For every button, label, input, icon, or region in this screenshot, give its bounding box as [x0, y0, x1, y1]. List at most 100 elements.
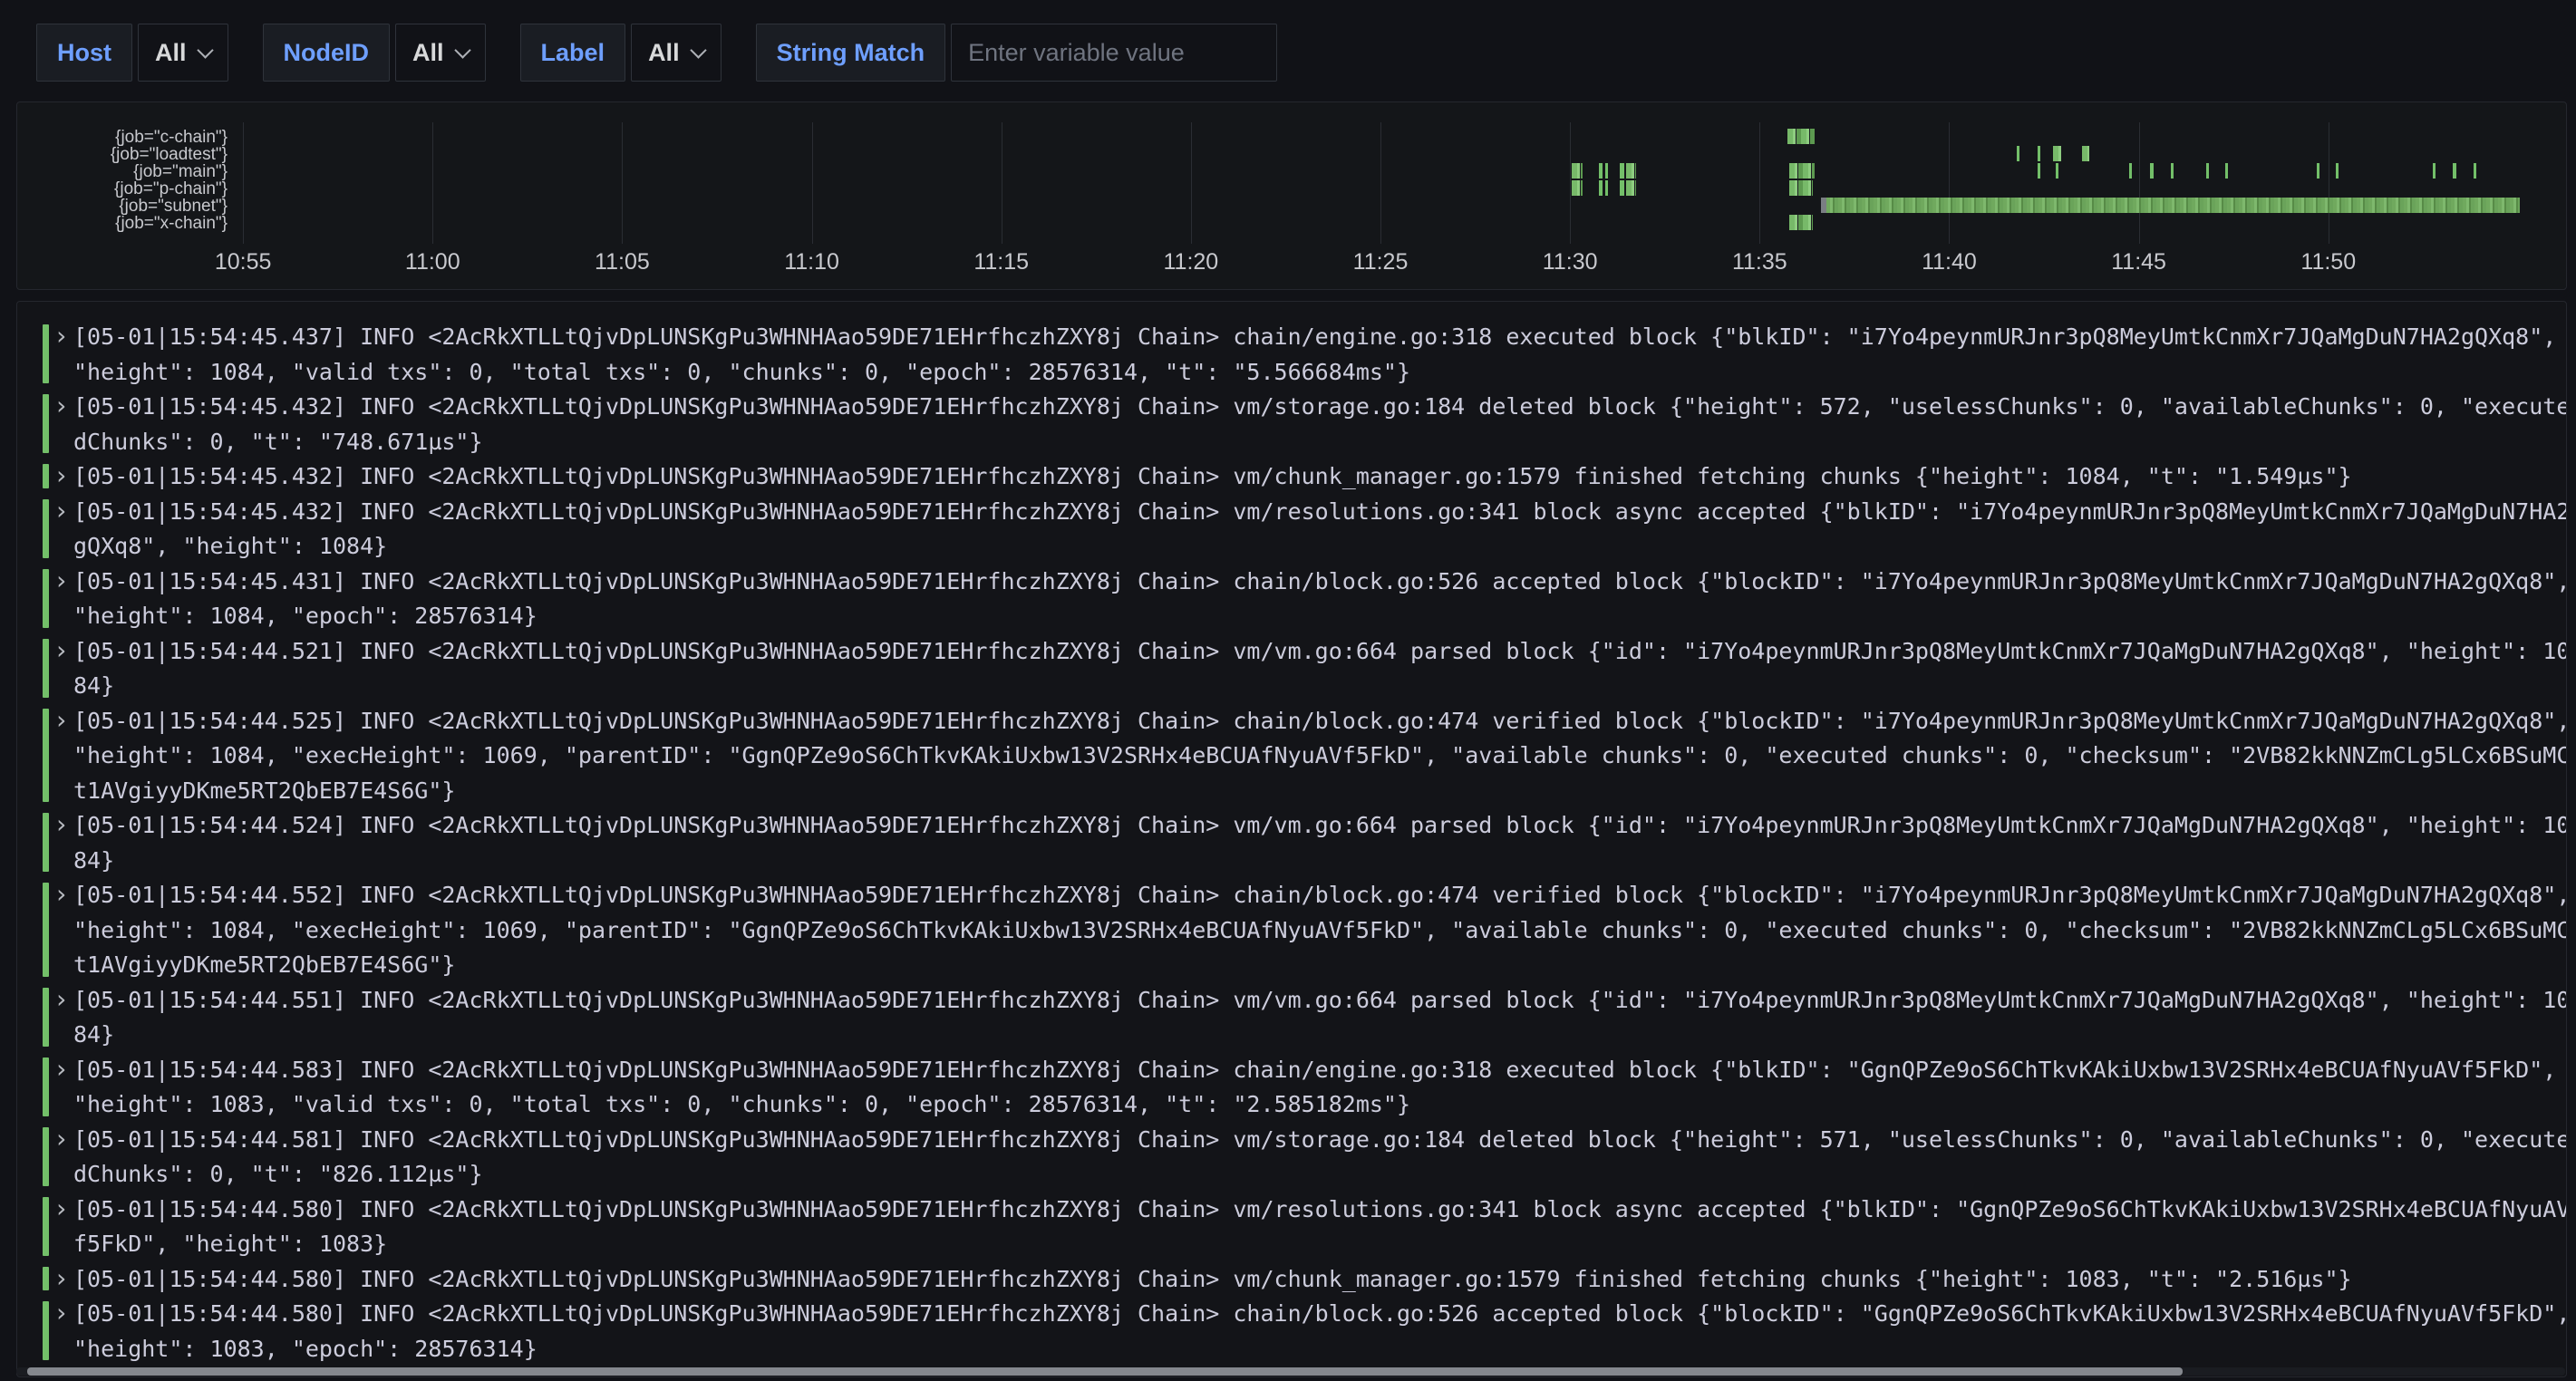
log-line-text: [05-01|15:54:45.432] INFO <2AcRkXTLLtQjv…	[73, 459, 2567, 495]
string-match-group: String Match	[756, 24, 1278, 82]
log-row[interactable]: › [05-01|15:54:44.581] INFO <2AcRkXTLLtQ…	[17, 1123, 2566, 1193]
x-gridline	[1949, 122, 1950, 244]
expand-row-icon[interactable]: ›	[53, 320, 69, 355]
x-axis-tick-label: 11:20	[1164, 249, 1219, 275]
timeline-mark-jobmain	[2171, 163, 2174, 179]
variable-selected-value: All	[412, 39, 444, 67]
log-level-bar	[43, 1057, 49, 1116]
log-level-bar	[43, 639, 49, 698]
log-line-text: [05-01|15:54:44.583] INFO <2AcRkXTLLtQjv…	[73, 1053, 2567, 1123]
timeline-mark-jobloadtest	[2082, 146, 2089, 161]
x-gridline	[812, 122, 813, 244]
timeline-mark-jobmain	[2453, 163, 2456, 179]
variable-selected-value: All	[648, 39, 680, 67]
timeline-mark-jobmain	[1572, 163, 1583, 179]
horizontal-scrollbar-track[interactable]	[16, 1367, 2565, 1376]
log-list: › [05-01|15:54:45.437] INFO <2AcRkXTLLtQ…	[17, 320, 2566, 1367]
x-axis-tick-label: 11:40	[1922, 249, 1977, 275]
x-axis-tick-label: 11:35	[1732, 249, 1787, 275]
legend-label: {job="subnet"}	[17, 198, 228, 215]
log-row[interactable]: › [05-01|15:54:44.521] INFO <2AcRkXTLLtQ…	[17, 634, 2566, 704]
log-level-bar	[43, 813, 49, 872]
timeline-mark-jobmain	[2206, 163, 2209, 179]
expand-row-icon[interactable]: ›	[53, 1053, 69, 1088]
expand-row-icon[interactable]: ›	[53, 390, 69, 425]
log-row[interactable]: › [05-01|15:54:44.525] INFO <2AcRkXTLLtQ…	[17, 704, 2566, 809]
x-axis-tick-label: 11:10	[784, 249, 839, 275]
chevron-down-icon	[197, 42, 213, 58]
expand-row-icon[interactable]: ›	[53, 459, 69, 495]
variable-value-dropdown[interactable]: All	[395, 24, 486, 82]
log-level-bar	[43, 569, 49, 628]
log-row[interactable]: › [05-01|15:54:44.524] INFO <2AcRkXTLLtQ…	[17, 808, 2566, 878]
timeline-mark-jobx-chain	[1789, 215, 1813, 230]
x-gridline	[1380, 122, 1381, 244]
expand-row-icon[interactable]: ›	[53, 495, 69, 530]
x-axis-tick-label: 10:55	[215, 249, 272, 275]
log-row[interactable]: › [05-01|15:54:45.432] INFO <2AcRkXTLLtQ…	[17, 390, 2566, 459]
log-row[interactable]: › [05-01|15:54:45.431] INFO <2AcRkXTLLtQ…	[17, 565, 2566, 634]
legend-label: {job="loadtest"}	[17, 146, 228, 163]
timeline-mark-jobc-chain	[1787, 129, 1815, 144]
string-match-label: String Match	[756, 24, 946, 82]
timeline-mark-jobp-chain	[1620, 180, 1625, 196]
timeline-mark-jobmain	[2317, 163, 2319, 179]
log-level-bar	[43, 394, 49, 453]
x-axis-tick-label: 11:30	[1543, 249, 1598, 275]
log-line-text: [05-01|15:54:44.581] INFO <2AcRkXTLLtQjv…	[73, 1123, 2567, 1193]
legend-label: {job="main"}	[17, 163, 228, 180]
log-row[interactable]: › [05-01|15:54:44.583] INFO <2AcRkXTLLtQ…	[17, 1053, 2566, 1123]
log-line-text: [05-01|15:54:45.437] INFO <2AcRkXTLLtQjv…	[73, 320, 2567, 390]
timeline-mark-jobmain	[2474, 163, 2476, 179]
expand-row-icon[interactable]: ›	[53, 1297, 69, 1332]
log-level-bar	[43, 883, 49, 977]
log-line-text: [05-01|15:54:45.432] INFO <2AcRkXTLLtQjv…	[73, 495, 2567, 565]
log-line-text: [05-01|15:54:44.551] INFO <2AcRkXTLLtQjv…	[73, 983, 2567, 1053]
log-line-text: [05-01|15:54:44.580] INFO <2AcRkXTLLtQjv…	[73, 1193, 2567, 1262]
expand-row-icon[interactable]: ›	[53, 1262, 69, 1298]
log-level-bar	[43, 1267, 49, 1291]
log-level-bar	[43, 1127, 49, 1186]
log-row[interactable]: › [05-01|15:54:44.580] INFO <2AcRkXTLLtQ…	[17, 1193, 2566, 1262]
log-row[interactable]: › [05-01|15:54:44.551] INFO <2AcRkXTLLtQ…	[17, 983, 2566, 1053]
string-match-input[interactable]	[951, 24, 1277, 82]
expand-row-icon[interactable]: ›	[53, 878, 69, 913]
log-level-bar	[43, 709, 49, 803]
log-level-bar	[43, 988, 49, 1047]
expand-row-icon[interactable]: ›	[53, 1193, 69, 1228]
timeline-plot: 10:5511:0011:0511:1011:1511:2011:2511:30…	[237, 102, 2557, 287]
variable-group-host: Host All	[36, 24, 228, 82]
log-row[interactable]: › [05-01|15:54:45.432] INFO <2AcRkXTLLtQ…	[17, 495, 2566, 565]
chevron-down-icon	[454, 42, 470, 58]
timeline-mark-jobp-chain	[1626, 180, 1635, 196]
timeline-mark-jobmain	[1599, 163, 1603, 179]
expand-row-icon[interactable]: ›	[53, 565, 69, 600]
log-line-text: [05-01|15:54:44.524] INFO <2AcRkXTLLtQjv…	[73, 808, 2567, 878]
variable-value-dropdown[interactable]: All	[138, 24, 228, 82]
timeline-mark-jobmain	[2056, 163, 2058, 179]
timeline-legend: {job="c-chain"}{job="loadtest"}{job="mai…	[17, 129, 228, 232]
variables-row: Host All NodeID All Label All String Mat…	[36, 24, 1312, 82]
legend-label: {job="x-chain"}	[17, 215, 228, 232]
expand-row-icon[interactable]: ›	[53, 1123, 69, 1158]
log-row[interactable]: › [05-01|15:54:44.580] INFO <2AcRkXTLLtQ…	[17, 1297, 2566, 1367]
horizontal-scrollbar-thumb[interactable]	[27, 1367, 2183, 1376]
log-line-text: [05-01|15:54:45.431] INFO <2AcRkXTLLtQjv…	[73, 565, 2567, 634]
expand-row-icon[interactable]: ›	[53, 808, 69, 844]
x-axis-tick-label: 11:05	[595, 249, 650, 275]
log-row[interactable]: › [05-01|15:54:44.580] INFO <2AcRkXTLLtQ…	[17, 1262, 2566, 1298]
x-gridline	[432, 122, 433, 244]
log-line-text: [05-01|15:54:44.521] INFO <2AcRkXTLLtQjv…	[73, 634, 2567, 704]
expand-row-icon[interactable]: ›	[53, 634, 69, 670]
log-row[interactable]: › [05-01|15:54:45.432] INFO <2AcRkXTLLtQ…	[17, 459, 2566, 495]
log-row[interactable]: › [05-01|15:54:45.437] INFO <2AcRkXTLLtQ…	[17, 320, 2566, 390]
log-row[interactable]: › [05-01|15:54:44.552] INFO <2AcRkXTLLtQ…	[17, 878, 2566, 983]
timeline-mark-jobsubnet	[1826, 198, 2520, 213]
variable-value-dropdown[interactable]: All	[631, 24, 721, 82]
log-line-text: [05-01|15:54:45.432] INFO <2AcRkXTLLtQjv…	[73, 390, 2567, 459]
expand-row-icon[interactable]: ›	[53, 704, 69, 739]
expand-row-icon[interactable]: ›	[53, 983, 69, 1019]
timeline-mark-jobmain	[2129, 163, 2132, 179]
timeline-mark-jobp-chain	[1572, 180, 1583, 196]
chevron-down-icon	[690, 42, 706, 58]
